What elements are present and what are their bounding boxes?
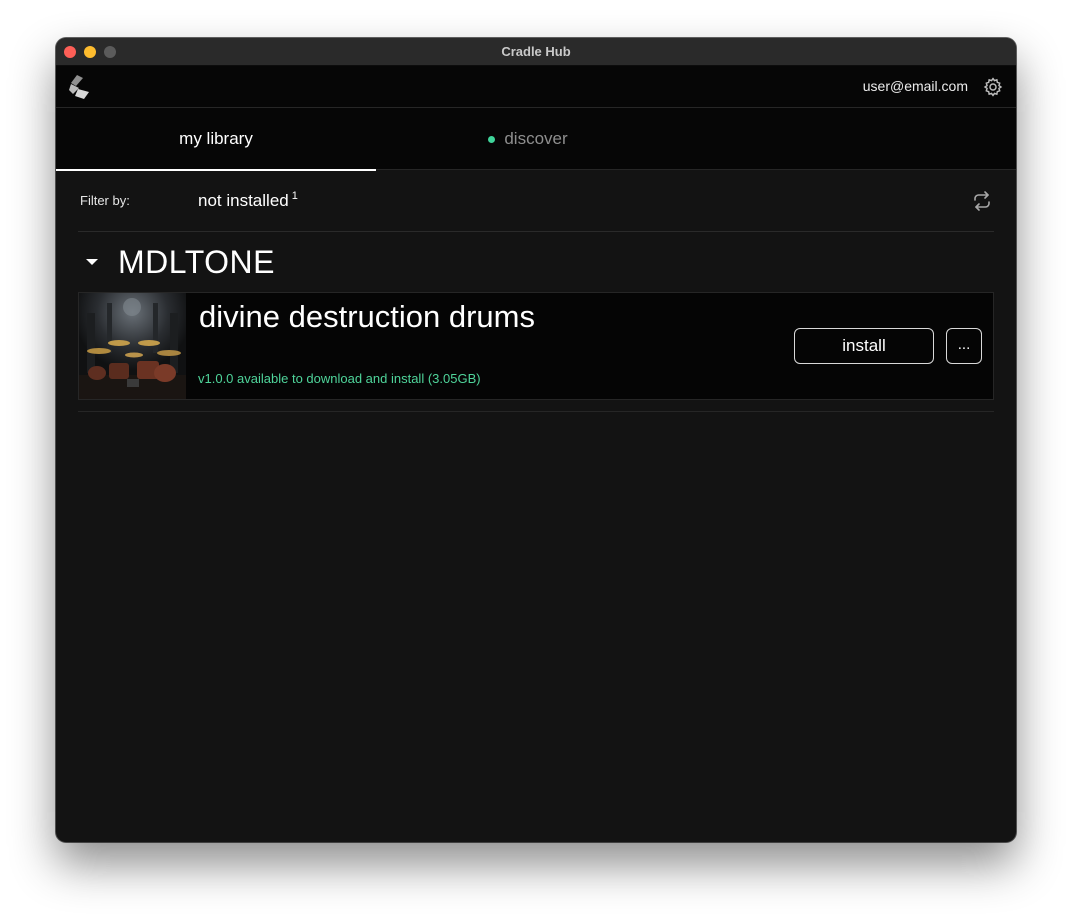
more-options-button[interactable]: ... <box>946 328 982 364</box>
cradle-logo-icon <box>69 75 89 99</box>
app-header: user@email.com <box>56 66 1016 108</box>
new-indicator-dot <box>488 135 496 143</box>
gear-icon[interactable] <box>982 76 1004 98</box>
group-header: MDLTONE <box>86 242 275 282</box>
tab-discover[interactable]: discover <box>376 108 680 170</box>
group-name: MDLTONE <box>118 243 275 280</box>
tab-bar: my library discover <box>56 108 1016 171</box>
tab-my-library[interactable]: my library <box>56 108 376 171</box>
filter-label: Filter by: <box>80 193 130 208</box>
item-title: divine destruction drums <box>199 299 535 334</box>
tab-label: discover <box>504 129 568 148</box>
list-divider <box>78 411 994 412</box>
filter-count: 1 <box>291 190 298 202</box>
library-item-card[interactable]: divine destruction drums v1.0.0 availabl… <box>78 292 994 400</box>
caret-down-icon[interactable] <box>86 259 98 265</box>
title-bar[interactable]: Cradle Hub <box>56 38 1016 66</box>
filter-not-installed[interactable]: not installed 1 <box>198 190 298 211</box>
user-email[interactable]: user@email.com <box>863 78 968 94</box>
window-title: Cradle Hub <box>501 44 571 59</box>
filter-value-label: not installed <box>198 191 289 210</box>
tab-label: my library <box>179 129 253 148</box>
filter-bar: Filter by: not installed 1 <box>78 170 994 232</box>
item-status: v1.0.0 available to download and install… <box>198 371 481 386</box>
product-thumbnail <box>79 293 186 399</box>
install-button[interactable]: install <box>794 328 934 364</box>
refresh-icon[interactable] <box>970 189 994 213</box>
app-window: Cradle Hub user@email.com my library dis… <box>56 38 1016 842</box>
